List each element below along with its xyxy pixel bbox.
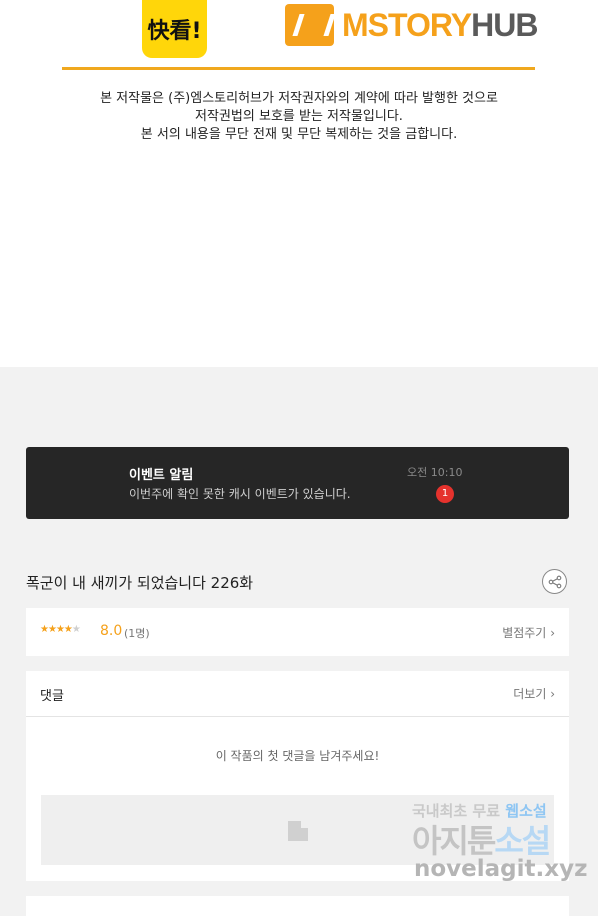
notice-line: 본 저작물은 (주)엠스토리허브가 저작권자와의 계약에 따라 발행한 것으로 <box>100 91 498 106</box>
event-count-badge: 1 <box>436 485 454 503</box>
comments-label: 댓글 <box>40 689 64 704</box>
comments-header: 댓글 더보기 › <box>26 671 569 717</box>
star-icon: ★ <box>47 624 57 635</box>
rating-count: (1명) <box>124 627 150 640</box>
comment-write-icon <box>288 821 308 841</box>
share-button[interactable] <box>542 569 567 594</box>
watermark-url: novelagit.xyz <box>414 856 588 882</box>
comments-more-button[interactable]: 더보기 › <box>513 685 555 702</box>
event-description: 이번주에 확인 못한 캐시 이벤트가 있습니다. <box>129 487 351 501</box>
comments-empty-message: 이 작품의 첫 댓글을 남겨주세요! <box>215 749 380 763</box>
star-icon: ★ <box>55 624 65 635</box>
chevron-right-icon: › <box>550 626 555 640</box>
mstoryhub-logo: MSTORYHUB <box>285 4 538 46</box>
site-watermark: 국내최초 무료 웹소설 아지툰소설 novelagit.xyz <box>412 800 587 890</box>
star-empty-icon: ★ <box>71 624 81 635</box>
share-icon <box>548 575 561 588</box>
divider <box>62 67 535 70</box>
copyright-notice: 본 저작물은 (주)엠스토리허브가 저작권자와의 계약에 따라 발행한 것으로 … <box>0 90 598 144</box>
star-icon: ★ <box>63 624 73 635</box>
rating-card: ★★★★★ 8.0 (1명) 별점주기 › <box>26 608 569 656</box>
next-card <box>26 896 569 916</box>
event-notification[interactable]: 이벤트 알림 이번주에 확인 못한 캐시 이벤트가 있습니다. 오전 10:10… <box>26 447 569 519</box>
star-icon: ★ <box>40 624 49 635</box>
rating-score: 8.0 <box>100 623 123 639</box>
chevron-right-icon: › <box>550 687 555 701</box>
event-time: 오전 10:10 <box>407 466 463 479</box>
notice-line: 저작권법의 보호를 받는 저작물입니다. <box>195 109 403 124</box>
kuaikan-logo: 快看! <box>142 0 207 58</box>
rate-button[interactable]: 별점주기 › <box>502 624 555 641</box>
comments-more-label: 더보기 <box>513 687 547 701</box>
rating-stars: ★★★★★ <box>40 624 81 635</box>
rate-button-label: 별점주기 <box>502 626 547 640</box>
event-title: 이벤트 알림 <box>129 468 194 483</box>
episode-title: 폭군이 내 새끼가 되었습니다 226화 <box>26 574 254 592</box>
copyright-banner: 快看! MSTORYHUB 본 저작물은 (주)엠스토리허브가 저작권자와의 계… <box>0 0 598 367</box>
mstoryhub-wordmark: MSTORYHUB <box>342 6 538 43</box>
notice-line: 본 서의 내용을 무단 전재 및 무단 복제하는 것을 금합니다. <box>140 127 458 142</box>
mstoryhub-mark-icon <box>285 4 334 46</box>
